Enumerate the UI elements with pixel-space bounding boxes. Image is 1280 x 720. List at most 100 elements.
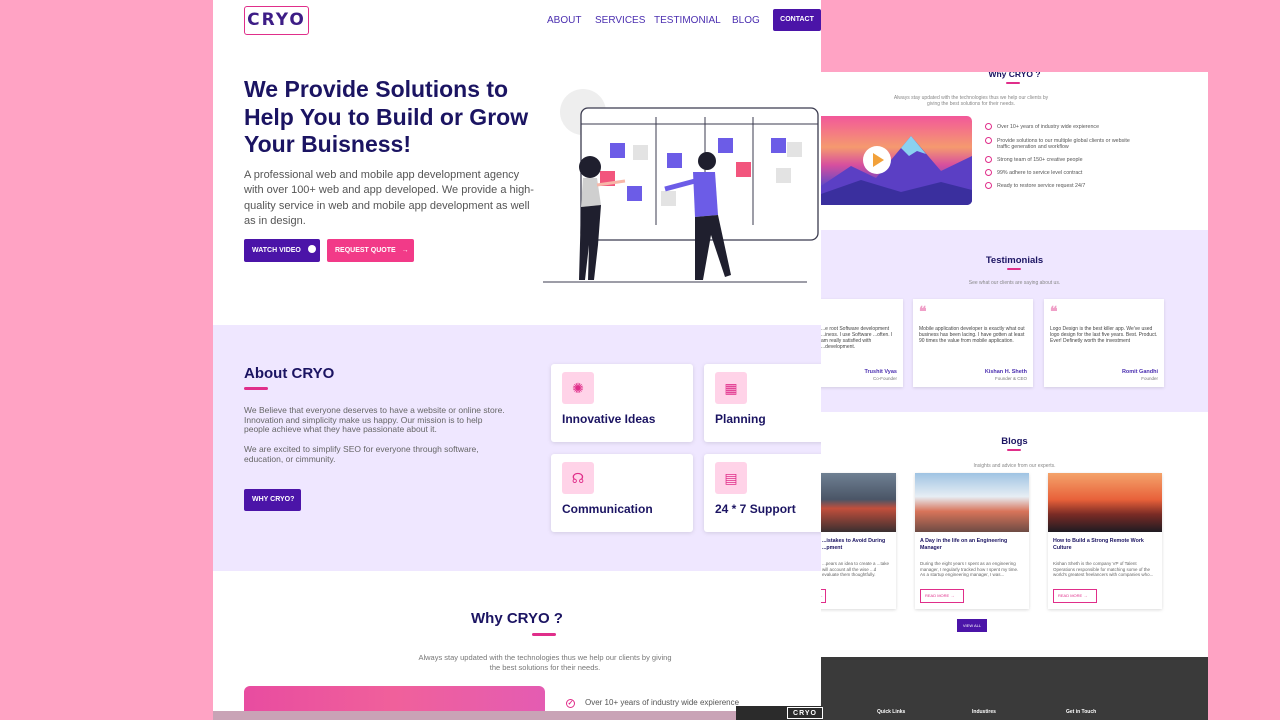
view-all-button[interactable]: VIEW ALL: [957, 619, 987, 632]
watch-video-button[interactable]: WATCH VIDEO: [244, 239, 320, 262]
feature-card-title: Communication: [562, 502, 653, 516]
request-quote-button[interactable]: REQUEST QUOTE →: [327, 239, 414, 262]
testimonials-subtitle: See what our clients are saying about us…: [968, 280, 1061, 286]
preview-why-underline: [1006, 82, 1020, 84]
check-circle-icon: [985, 156, 992, 163]
calendar-icon: ▦: [715, 372, 747, 404]
blog-title: ...istakes to Avoid During ...pment: [822, 538, 886, 551]
testimonial-card: ❝ Mobile application developer is exactl…: [913, 299, 1033, 387]
testimonials-underline: [1007, 268, 1021, 270]
footer-col-quick-links: Quick Links: [877, 709, 906, 715]
landing-page-preview: Why CRYO ? Always stay updated with the …: [821, 72, 1208, 720]
video-thumbnail[interactable]: [244, 686, 545, 712]
blog-image: [915, 473, 1029, 532]
testimonial-name: Romit Gandhi: [1121, 369, 1158, 375]
preview-video-thumbnail[interactable]: [821, 116, 972, 205]
feature-card-title: 24 * 7 Support: [715, 502, 796, 516]
feature-card-title: Innovative Ideas: [562, 412, 656, 426]
blogs-underline: [1007, 449, 1021, 451]
check-circle-icon: [985, 137, 992, 144]
message-icon: ▤: [715, 462, 747, 494]
footer-col-industries: Industires: [972, 709, 996, 715]
preview-why-point-text: 99% adhere to service level contract: [997, 170, 1083, 176]
preview-why-point-text: Provide solutions to our multiple global…: [997, 138, 1130, 150]
preview-why-point-text: Ready to restore service request 24/7: [997, 183, 1086, 189]
blog-card: How to Build a Strong Remote Work Cultur…: [1048, 473, 1162, 609]
preview-why-point: Ready to restore service request 24/7: [985, 182, 1086, 189]
testimonial-card: ❝ Logo Design is the best killer app. We…: [1044, 299, 1164, 387]
testimonial-name: Kishan H. Sheth: [984, 369, 1027, 375]
read-more-button[interactable]: →: [821, 589, 826, 603]
request-quote-label: REQUEST QUOTE: [335, 247, 396, 254]
landing-page-main: CRYO ABOUT SERVICES TESTIMONIAL BLOG CON…: [213, 0, 821, 712]
footer-logo[interactable]: CRYO: [787, 707, 823, 719]
feature-card-planning: ▦ Planning: [704, 364, 821, 442]
blog-description: ...pears an idea to create a ...take wil…: [822, 561, 890, 578]
blog-card: A Day in the life on an Engineering Mana…: [915, 473, 1029, 609]
why-section-subtitle: Always stay updated with the technologie…: [418, 653, 672, 672]
preview-why-point-text: Strong team of 150+ creative people: [997, 157, 1083, 163]
testimonials-title: Testimonials: [985, 255, 1044, 266]
testimonial-text: Logo Design is the best killer app. We'v…: [1050, 326, 1158, 344]
footer-logo-strip: CRYO: [736, 706, 823, 720]
why-cryo-button[interactable]: WHY CRYO?: [244, 489, 301, 511]
headset-icon: ☊: [562, 462, 594, 494]
blogs-title: Blogs: [1001, 436, 1028, 447]
hero-title: We Provide Solutions to Help You to Buil…: [244, 76, 529, 157]
preview-why-point: Over 10+ years of industry wide expieren…: [985, 123, 1100, 130]
preview-why-subtitle: Always stay updated with the technologie…: [893, 95, 1049, 107]
why-title-underline: [532, 633, 556, 636]
about-paragraph-2: We are excited to simplify SEO for every…: [244, 444, 479, 464]
nav-link-blog[interactable]: BLOG: [732, 15, 760, 26]
read-more-label: READ MORE: [1058, 593, 1083, 598]
footer: Quick Links Industires Get in Touch: [821, 657, 1208, 720]
about-title: About CRYO: [244, 365, 335, 382]
about-paragraph-1: We Believe that everyone deserves to hav…: [244, 405, 505, 435]
testimonial-role: Founder: [1141, 376, 1158, 381]
testimonial-text: ...e root Software development ...iness.…: [821, 326, 893, 350]
preview-why-point: Strong team of 150+ creative people: [985, 156, 1083, 163]
why-point-text: Over 10+ years of industry wide expieren…: [585, 698, 740, 707]
nav-link-about[interactable]: ABOUT: [547, 15, 581, 26]
brand-logo[interactable]: CRYO: [244, 6, 309, 35]
hero-description: A professional web and mobile app develo…: [244, 169, 534, 227]
quote-icon: ❝: [1050, 303, 1058, 319]
read-more-button[interactable]: READ MORE →: [920, 589, 964, 603]
check-circle-icon: [985, 169, 992, 176]
lightbulb-icon: ✺: [562, 372, 594, 404]
feature-card-communication: ☊ Communication: [551, 454, 693, 532]
mountain-art: [821, 136, 972, 205]
preview-why-point-text: Over 10+ years of industry wide expieren…: [997, 124, 1100, 130]
nav-link-testimonial[interactable]: TESTIMONIAL: [654, 15, 721, 26]
blog-image: [821, 473, 896, 532]
testimonial-role: Founder & CEO: [994, 376, 1027, 381]
blog-description: Kishan Sheth is the company VP of Talent…: [1053, 561, 1154, 578]
preview-why-point: Provide solutions to our multiple global…: [985, 137, 1135, 150]
blog-title: A Day in the life on an Engineering Mana…: [920, 538, 1008, 551]
footer-col-get-in-touch: Get in Touch: [1066, 709, 1097, 715]
about-section: About CRYO We Believe that everyone dese…: [213, 325, 821, 571]
blog-image: [1048, 473, 1162, 532]
why-section-title: Why CRYO ?: [471, 610, 563, 627]
play-circle-icon: [307, 245, 316, 253]
blogs-subtitle: Insights and advice from our experts.: [973, 463, 1056, 469]
preview-why-title: Why CRYO ?: [988, 72, 1041, 79]
testimonial-text: Mobile application developer is exactly …: [919, 326, 1025, 344]
feature-card-innovative-ideas: ✺ Innovative Ideas: [551, 364, 693, 442]
about-title-underline: [244, 387, 268, 390]
blog-title: How to Build a Strong Remote Work Cultur…: [1053, 538, 1144, 551]
top-navbar: CRYO ABOUT SERVICES TESTIMONIAL BLOG CON…: [213, 0, 821, 42]
check-circle-icon: [985, 182, 992, 189]
testimonial-role: Co-Founder: [872, 376, 897, 381]
read-more-label: READ MORE: [925, 593, 950, 598]
quote-icon: ❝: [919, 303, 927, 319]
contact-button[interactable]: CONTACT: [773, 9, 821, 31]
testimonials-section: Testimonials See what our clients are sa…: [821, 230, 1208, 412]
hero-illustration: [543, 89, 819, 283]
feature-card-title: Planning: [715, 412, 766, 426]
check-circle-icon: ✓: [566, 699, 575, 708]
read-more-button[interactable]: READ MORE →: [1053, 589, 1097, 603]
check-circle-icon: [985, 123, 992, 130]
why-point: ✓ Over 10+ years of industry wide expiere…: [566, 698, 739, 708]
nav-link-services[interactable]: SERVICES: [595, 15, 645, 26]
